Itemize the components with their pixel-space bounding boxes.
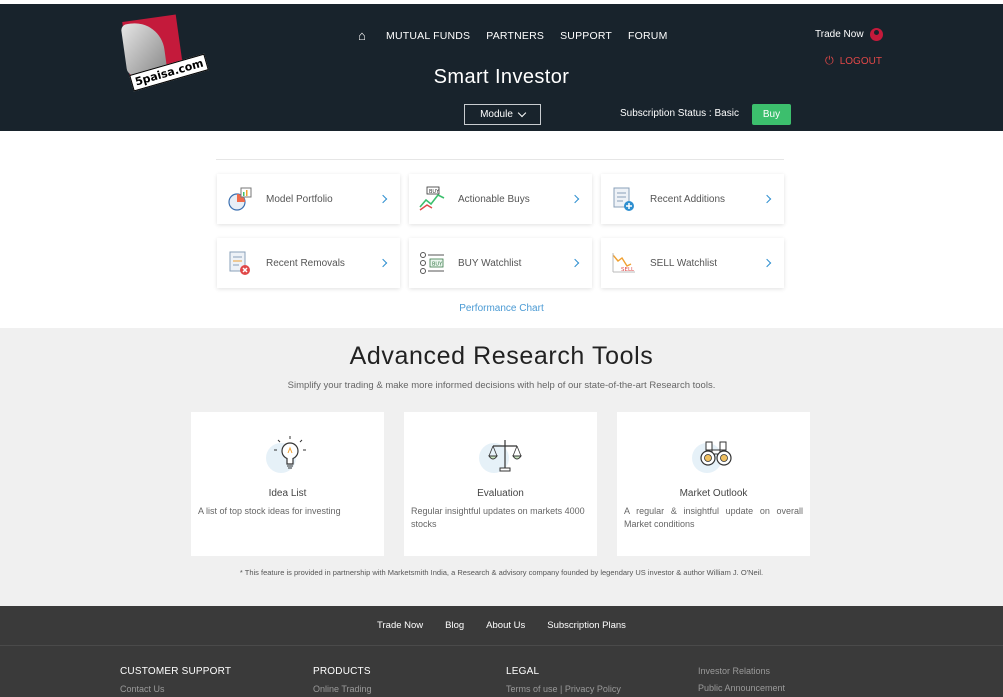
footer-link-public-announcement[interactable]: Public Announcement	[698, 683, 785, 693]
research-card-evaluation[interactable]: Evaluation Regular insightful updates on…	[404, 412, 597, 556]
card-label: Model Portfolio	[266, 193, 333, 205]
performance-chart-link[interactable]: Performance Chart	[0, 303, 1003, 314]
research-card-title: Evaluation	[477, 488, 524, 499]
footer-heading: PRODUCTS	[313, 666, 371, 677]
sell-chart-icon: SELL	[610, 249, 638, 277]
chevron-right-icon	[378, 194, 388, 204]
nav-mutual-funds[interactable]: MUTUAL FUNDS	[386, 30, 470, 42]
research-card-market-outlook[interactable]: Market Outlook A regular & insightful up…	[617, 412, 810, 556]
research-card-desc: A regular & insightful update on overall…	[624, 506, 803, 529]
divider	[216, 159, 784, 160]
doc-remove-icon	[226, 249, 254, 277]
scale-icon	[478, 436, 524, 474]
card-label: Actionable Buys	[458, 193, 530, 205]
home-icon[interactable]: ⌂	[358, 29, 372, 43]
module-dropdown-label: Module	[480, 109, 513, 120]
trade-now-label: Trade Now	[815, 29, 864, 40]
footer-link-online-trading[interactable]: Online Trading	[313, 684, 372, 694]
footer-heading: LEGAL	[506, 666, 540, 677]
card-sell-watchlist[interactable]: SELL SELL Watchlist	[601, 238, 784, 288]
footer-link-contact-us[interactable]: Contact Us	[120, 684, 231, 694]
research-card-title: Idea List	[268, 488, 307, 499]
trade-now-link[interactable]: Trade Now	[815, 28, 883, 41]
page-title: Smart Investor	[433, 66, 570, 88]
nav-partners[interactable]: PARTNERS	[486, 30, 544, 42]
chevron-right-icon	[570, 258, 580, 268]
svg-text:BUY: BUY	[429, 189, 440, 195]
card-recent-removals[interactable]: Recent Removals	[217, 238, 400, 288]
svg-text:SELL: SELL	[621, 267, 635, 273]
partnership-note: * This feature is provided in partnershi…	[239, 568, 764, 577]
main-nav: ⌂ MUTUAL FUNDS PARTNERS SUPPORT FORUM	[358, 29, 684, 43]
research-card-title: Market Outlook	[679, 488, 748, 499]
footer-heading: CUSTOMER SUPPORT	[120, 666, 232, 677]
header: 5paisa.com ⌂ MUTUAL FUNDS PARTNERS SUPPO…	[0, 4, 1003, 131]
card-label: SELL Watchlist	[650, 257, 718, 269]
footer-link-blog[interactable]: Blog	[445, 620, 464, 631]
doc-add-icon	[610, 185, 638, 213]
page: 5paisa.com ⌂ MUTUAL FUNDS PARTNERS SUPPO…	[0, 0, 1003, 697]
buy-button[interactable]: Buy	[752, 104, 791, 125]
research-card-desc: Regular insightful updates on markets 40…	[411, 506, 585, 529]
footer-link-terms-privacy[interactable]: Terms of use | Privacy Policy	[506, 684, 621, 694]
trend-up-icon: BUY	[418, 185, 446, 213]
binoculars-icon	[691, 436, 737, 474]
footer-link-investor-relations[interactable]: Investor Relations	[698, 666, 785, 676]
lightbulb-icon	[265, 436, 311, 474]
footer-link-subscription-plans[interactable]: Subscription Plans	[547, 620, 626, 631]
footer-link-trade-now[interactable]: Trade Now	[377, 620, 423, 631]
research-heading: Advanced Research Tools	[349, 342, 654, 370]
pie-chart-icon	[226, 185, 254, 213]
module-dropdown[interactable]: Module	[464, 104, 541, 125]
card-label: Recent Additions	[650, 193, 726, 205]
research-card-desc: A list of top stock ideas for investing	[198, 506, 341, 516]
card-label: Recent Removals	[266, 257, 345, 269]
chevron-down-icon	[517, 108, 527, 118]
subscription-status: Subscription Status : Basic	[620, 108, 739, 119]
research-card-idea-list[interactable]: Idea List A list of top stock ideas for …	[191, 412, 384, 556]
footer-divider	[0, 645, 1003, 646]
nav-support[interactable]: SUPPORT	[560, 30, 612, 42]
chevron-right-icon	[762, 194, 772, 204]
chevron-right-icon	[378, 258, 388, 268]
footer: Trade Now Blog About Us Subscription Pla…	[0, 606, 1003, 697]
research-section: Advanced Research Tools Simplify your tr…	[0, 328, 1003, 606]
card-model-portfolio[interactable]: Model Portfolio	[217, 174, 400, 224]
footer-col-legal: LEGAL Terms of use | Privacy Policy	[506, 666, 621, 694]
buy-list-icon: BUY	[418, 249, 446, 277]
nav-forum[interactable]: FORUM	[628, 30, 668, 42]
card-recent-additions[interactable]: Recent Additions	[601, 174, 784, 224]
chevron-right-icon	[570, 194, 580, 204]
footer-link-about-us[interactable]: About Us	[486, 620, 525, 631]
card-actionable-buys[interactable]: BUY Actionable Buys	[409, 174, 592, 224]
footer-links: Trade Now Blog About Us Subscription Pla…	[0, 620, 1003, 631]
footer-col-customer-support: CUSTOMER SUPPORT Contact Us	[120, 666, 231, 694]
card-label: BUY Watchlist	[458, 257, 522, 269]
chevron-right-icon	[762, 258, 772, 268]
svg-text:BUY: BUY	[432, 262, 443, 268]
footer-col-products: PRODUCTS Online Trading	[313, 666, 372, 694]
footer-col-other: Investor Relations Public Announcement	[698, 666, 785, 693]
research-subheading: Simplify your trading & make more inform…	[287, 380, 716, 391]
user-icon	[869, 28, 883, 41]
card-buy-watchlist[interactable]: BUY BUY Watchlist	[409, 238, 592, 288]
